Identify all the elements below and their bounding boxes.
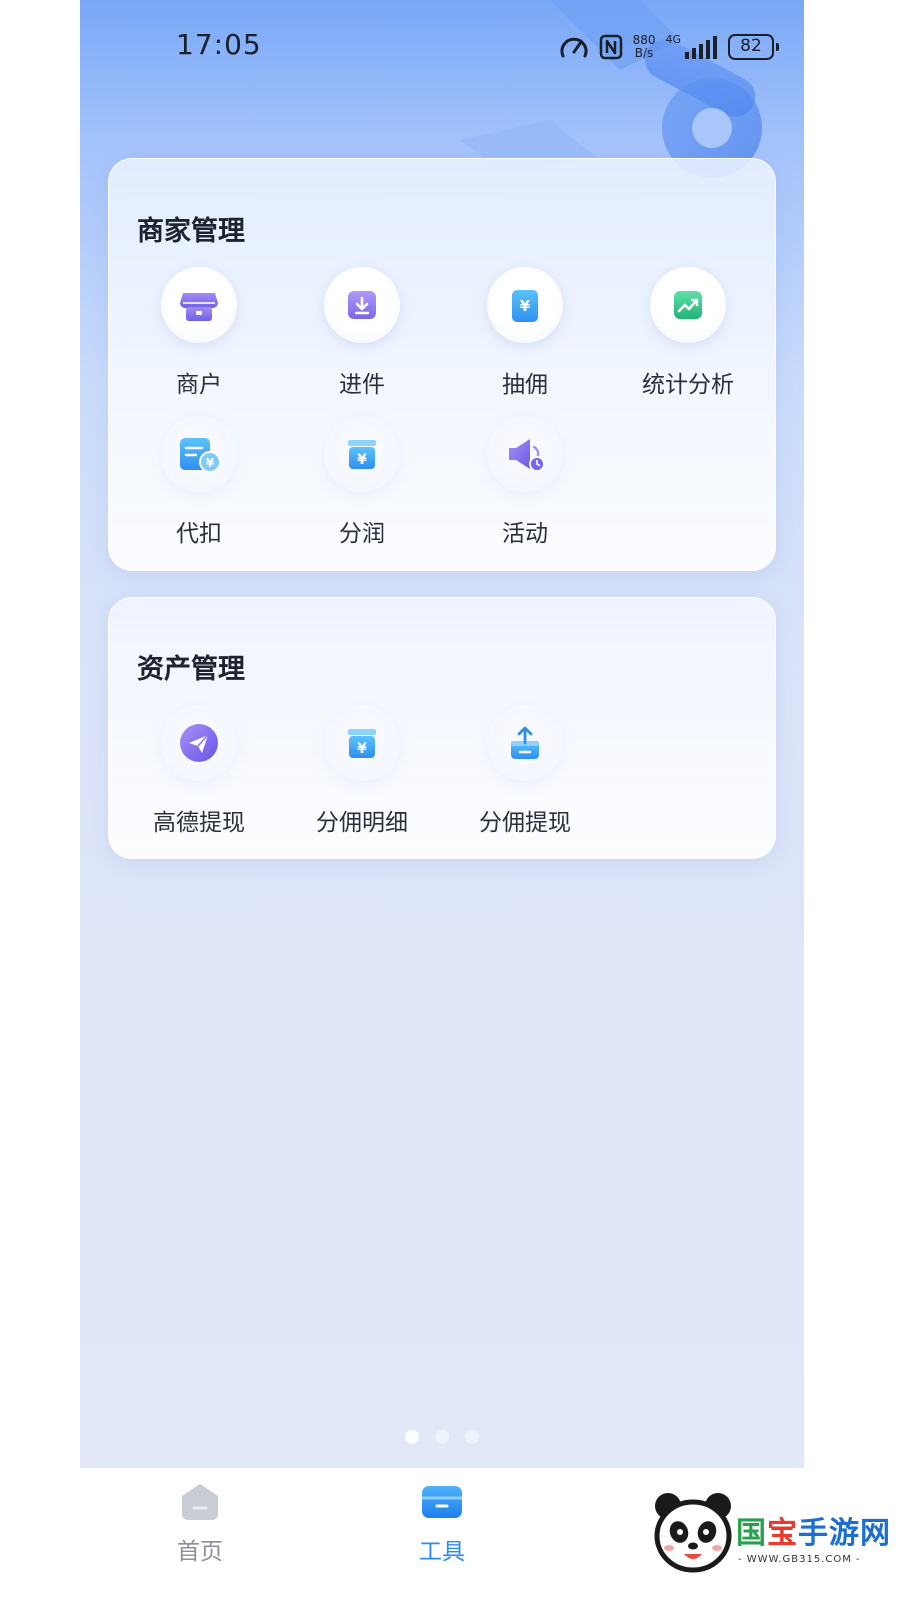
speedometer-icon — [560, 37, 588, 58]
tab-tools[interactable]: 工具 — [382, 1482, 502, 1566]
grid-item-onboarding[interactable]: 进件 — [297, 267, 427, 399]
grid-item-label: 统计分析 — [642, 372, 734, 398]
svg-text:¥: ¥ — [357, 452, 367, 468]
net-speed-unit: B/s — [634, 46, 654, 60]
section-title: 资产管理 — [137, 654, 245, 685]
phone-screen: 17:05 880 B/s 4G 82 商家管理 商户 进件 ¥ 抽佣 统计分析… — [80, 0, 804, 1600]
icon-container — [161, 267, 237, 343]
icon-container — [487, 705, 563, 781]
tab-label: 首页 — [177, 1539, 223, 1565]
grid-item-amap-withdraw[interactable]: 高德提现 — [134, 705, 264, 837]
grid-item-withholding[interactable]: ¥ 代扣 — [134, 416, 264, 548]
icon-container: ¥ — [324, 705, 400, 781]
section-title: 商家管理 — [137, 216, 245, 247]
net-speed: 880 B/s — [633, 34, 656, 60]
page-dot[interactable] — [405, 1430, 419, 1444]
network-type: 4G — [665, 33, 681, 46]
upload-box-icon — [511, 726, 539, 759]
grid-item-commission[interactable]: ¥ 抽佣 — [460, 267, 590, 399]
grid-item-label: 分佣明细 — [316, 810, 408, 836]
status-icons: 880 B/s 4G 82 — [559, 30, 779, 64]
status-bar: 17:05 880 B/s 4G 82 — [80, 0, 804, 96]
brand-part: 宝 — [767, 1516, 798, 1551]
tab-home[interactable]: 首页 — [140, 1482, 260, 1566]
grid-item-label: 进件 — [339, 372, 385, 398]
nfc-icon — [599, 34, 622, 60]
brand-part: 国 — [736, 1516, 767, 1551]
merchant-management-card: 商家管理 商户 进件 ¥ 抽佣 统计分析 ¥ 代扣 ¥ 分润 活动 — [108, 158, 776, 571]
grid-item-label: 活动 — [502, 521, 548, 547]
watermark-brand: 国宝手游网 — [736, 1508, 891, 1552]
yuan-box-icon: ¥ — [348, 729, 376, 758]
svg-text:¥: ¥ — [357, 741, 367, 757]
tab-label: 工具 — [419, 1539, 465, 1565]
svg-text:¥: ¥ — [520, 297, 531, 315]
battery-icon: 82 — [728, 34, 779, 60]
grid-item-label: 商户 — [176, 372, 222, 398]
grid-item-commission-withdraw[interactable]: 分佣提现 — [460, 705, 590, 837]
icon-container: ¥ — [487, 267, 563, 343]
svg-text:¥: ¥ — [206, 456, 215, 470]
page-indicator — [80, 1430, 804, 1444]
trend-chart-icon — [674, 291, 702, 319]
download-box-icon — [348, 291, 376, 319]
icon-container — [650, 267, 726, 343]
grid-item-commission-detail[interactable]: ¥ 分佣明细 — [297, 705, 427, 837]
grid-item-label: 高德提现 — [153, 810, 245, 836]
paper-plane-icon — [180, 724, 218, 762]
yuan-box-icon: ¥ — [348, 440, 376, 469]
store-icon — [180, 293, 218, 321]
watermark-url: - WWW.GB315.COM - — [738, 1554, 861, 1565]
grid-item-merchant[interactable]: 商户 — [134, 267, 264, 399]
grid-item-statistics[interactable]: 统计分析 — [623, 267, 753, 399]
toolbox-icon — [422, 1486, 462, 1518]
grid-item-label: 分佣提现 — [479, 810, 571, 836]
grid-item-label: 分润 — [339, 521, 385, 547]
icon-container — [487, 416, 563, 492]
status-time: 17:05 — [176, 28, 262, 61]
grid-item-label: 抽佣 — [502, 372, 548, 398]
home-icon — [182, 1484, 218, 1520]
grid-item-profit-share[interactable]: ¥ 分润 — [297, 416, 427, 548]
brand-part: 手游网 — [798, 1516, 891, 1551]
cell-signal: 4G — [665, 34, 718, 60]
signal-icon — [685, 36, 717, 59]
icon-container — [161, 705, 237, 781]
asset-management-card: 资产管理 高德提现 ¥ 分佣明细 分佣提现 — [108, 597, 776, 859]
megaphone-icon — [509, 439, 545, 472]
yuan-note-icon: ¥ — [512, 290, 538, 322]
bill-yuan-icon: ¥ — [180, 438, 221, 473]
icon-container: ¥ — [324, 416, 400, 492]
site-watermark: 国宝手游网 - WWW.GB315.COM - — [634, 1474, 890, 1594]
panda-logo-icon — [654, 1493, 732, 1573]
grid-item-activity[interactable]: 活动 — [460, 416, 590, 548]
icon-container — [324, 267, 400, 343]
grid-item-label: 代扣 — [176, 521, 222, 547]
page-dot[interactable] — [465, 1430, 479, 1444]
icon-container: ¥ — [161, 416, 237, 492]
page-dot[interactable] — [435, 1430, 449, 1444]
